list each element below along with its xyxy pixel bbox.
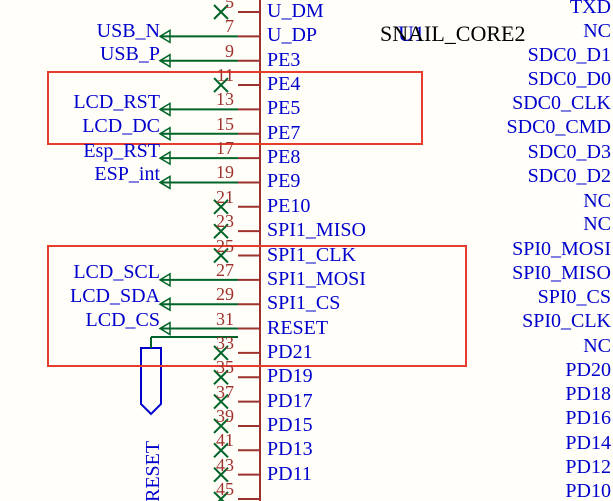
pin-name: PD15 xyxy=(267,414,313,437)
net-label-right: PD18 xyxy=(565,383,611,406)
pin-name: SPI1_CLK xyxy=(267,244,356,267)
pin-name: PD21 xyxy=(267,341,313,364)
pin-number: 9 xyxy=(206,41,234,62)
pin-number: 41 xyxy=(206,430,234,451)
component-title: SNAIL_CORE2 xyxy=(380,21,525,47)
net-label-right: SDC0_CMD xyxy=(507,116,611,139)
pin-name: PE5 xyxy=(267,97,300,120)
net-label-right: TXD xyxy=(570,0,611,19)
net-label-right: SDC0_D0 xyxy=(528,68,611,91)
pin-number: 17 xyxy=(206,138,234,159)
net-label-right: SPI0_MISO xyxy=(512,262,611,285)
net-label-LCD_DC: LCD_DC xyxy=(82,115,160,138)
pin-number: 7 xyxy=(206,16,234,37)
net-label-Esp_RST: Esp_RST xyxy=(83,140,160,163)
net-label-LCD_SDA: LCD_SDA xyxy=(70,285,160,308)
reset-flag-label: RESET xyxy=(142,441,165,501)
pin-number: 13 xyxy=(206,89,234,110)
net-label-right: PD10 xyxy=(565,480,611,501)
pin-number: 39 xyxy=(206,406,234,427)
pin-name: U_DM xyxy=(267,0,324,23)
pin-number: 43 xyxy=(206,455,234,476)
net-label-right: NC xyxy=(583,20,611,43)
net-label-LCD_RST: LCD_RST xyxy=(73,91,160,114)
net-label-right: SDC0_CLK xyxy=(512,92,611,115)
net-label-ESP_int: ESP_int xyxy=(94,163,160,186)
net-label-right: SPI0_MOSI xyxy=(512,238,611,261)
pin-name: PE3 xyxy=(267,49,300,72)
pin-name: U_DP xyxy=(267,24,317,47)
pin-name: PE9 xyxy=(267,170,300,193)
net-label-right: NC xyxy=(583,335,611,358)
net-label-right: PD12 xyxy=(565,456,611,479)
pin-name: SPI1_CS xyxy=(267,292,340,315)
net-label-LCD_SCL: LCD_SCL xyxy=(73,261,160,284)
pin-number: 31 xyxy=(206,309,234,330)
pin-number: 21 xyxy=(206,187,234,208)
pin-number: 11 xyxy=(206,65,234,86)
net-label-USB_P: USB_P xyxy=(100,43,160,66)
pin-number: 29 xyxy=(206,284,234,305)
net-label-right: SDC0_D3 xyxy=(528,141,611,164)
pin-number: 45 xyxy=(206,479,234,500)
pin-name: SPI1_MISO xyxy=(267,219,366,242)
pin-number: 25 xyxy=(206,236,234,257)
net-label-right: PD14 xyxy=(565,432,611,455)
pin-name: PE8 xyxy=(267,146,300,169)
pin-name: PE4 xyxy=(267,73,300,96)
net-label-right: PD20 xyxy=(565,359,611,382)
pin-name: PD11 xyxy=(267,463,312,486)
pin-name: RESET xyxy=(267,317,328,340)
pin-name: PD19 xyxy=(267,365,313,388)
pin-number: 15 xyxy=(206,114,234,135)
pin-name: PD17 xyxy=(267,390,313,413)
net-label-LCD_CS: LCD_CS xyxy=(86,309,160,332)
net-label-right: NC xyxy=(583,213,611,236)
net-label-right: SPI0_CLK xyxy=(522,310,611,333)
pin-number: 37 xyxy=(206,382,234,403)
net-label-right: PD16 xyxy=(565,407,611,430)
net-label-right: SDC0_D2 xyxy=(528,165,611,188)
pin-number: 5 xyxy=(206,0,234,13)
pin-number: 33 xyxy=(206,333,234,354)
net-label-right: NC xyxy=(583,190,611,213)
net-label-right: SDC0_D1 xyxy=(528,44,611,67)
pin-number: 19 xyxy=(206,162,234,183)
net-label-USB_N: USB_N xyxy=(97,20,160,43)
net-label-right: SPI0_CS xyxy=(538,286,611,309)
pin-name: PD13 xyxy=(267,438,313,461)
pin-number: 23 xyxy=(206,211,234,232)
pin-name: SPI1_MOSI xyxy=(267,268,366,291)
pin-name: PE10 xyxy=(267,195,310,218)
pin-number: 27 xyxy=(206,260,234,281)
pin-number: 35 xyxy=(206,357,234,378)
pin-name: PE7 xyxy=(267,122,300,145)
